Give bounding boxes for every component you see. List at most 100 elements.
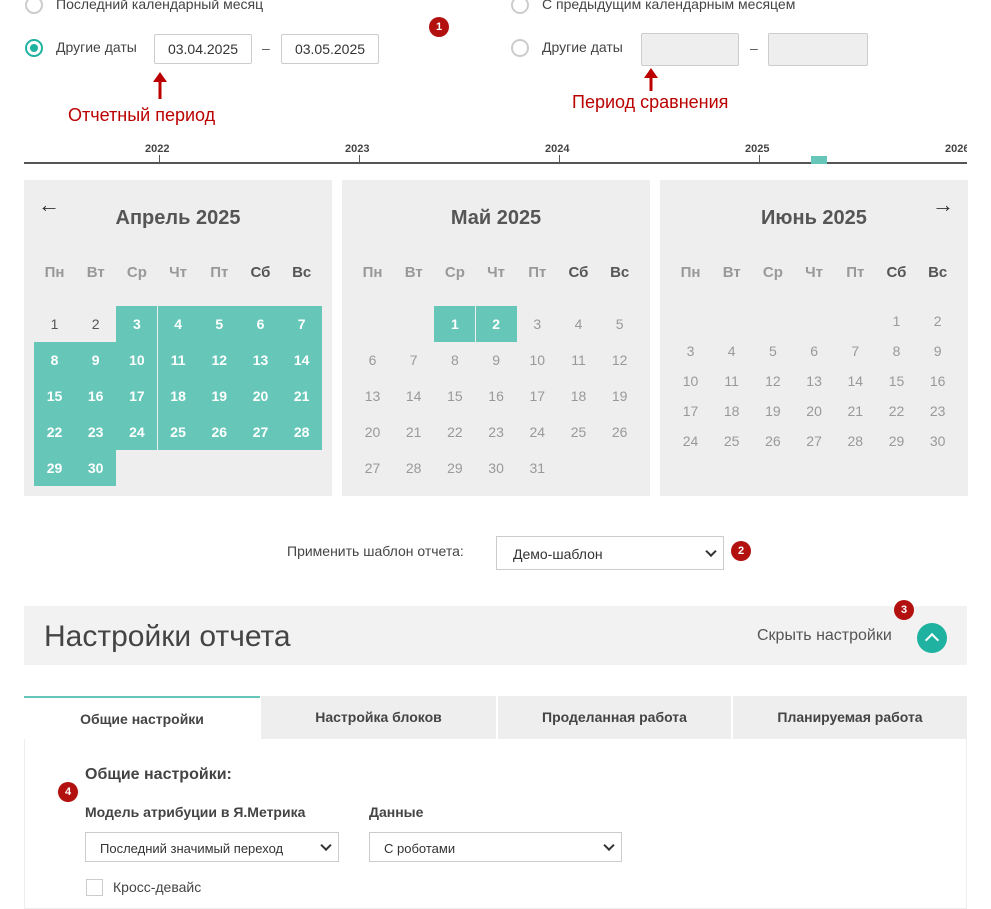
calendar-day[interactable]: 24 <box>116 414 158 450</box>
calendar-day[interactable]: 28 <box>835 426 876 456</box>
calendar-day[interactable]: 26 <box>599 414 640 450</box>
calendar-day[interactable]: 31 <box>517 450 558 486</box>
tab-work-done[interactable]: Проделанная работа <box>498 696 731 739</box>
other-dates-radio[interactable] <box>25 39 43 57</box>
calendar-day[interactable]: 10 <box>670 366 711 396</box>
calendar-day[interactable]: 13 <box>240 342 281 378</box>
calendar-day[interactable]: 11 <box>711 366 752 396</box>
calendar-day[interactable]: 9 <box>75 342 117 378</box>
calendar-day[interactable]: 2 <box>917 306 958 336</box>
calendar-day[interactable]: 3 <box>670 336 711 366</box>
period-date-from-input[interactable]: 03.04.2025 <box>154 34 252 64</box>
calendar-day[interactable]: 28 <box>281 414 323 450</box>
calendar-day[interactable]: 20 <box>794 396 835 426</box>
calendar-day[interactable]: 5 <box>198 306 240 342</box>
calendar-day[interactable]: 4 <box>558 306 599 342</box>
calendar-day[interactable]: 26 <box>198 414 240 450</box>
calendar-day[interactable]: 12 <box>198 342 240 378</box>
calendar-day[interactable]: 3 <box>517 306 558 342</box>
calendar-day[interactable]: 6 <box>240 306 281 342</box>
calendar-day[interactable]: 15 <box>876 366 917 396</box>
calendar-day[interactable]: 23 <box>917 396 958 426</box>
calendar-day[interactable]: 13 <box>352 378 393 414</box>
calendar-day[interactable]: 30 <box>75 450 117 486</box>
calendar-day[interactable]: 29 <box>34 450 75 486</box>
calendar-day[interactable]: 23 <box>476 414 517 450</box>
calendar-day[interactable]: 24 <box>670 426 711 456</box>
calendar-day[interactable]: 20 <box>240 378 281 414</box>
calendar-day[interactable]: 21 <box>393 414 434 450</box>
calendar-day[interactable]: 7 <box>281 306 323 342</box>
compare-date-to-input[interactable] <box>768 33 868 66</box>
calendar-day[interactable]: 19 <box>198 378 240 414</box>
calendar-day[interactable]: 9 <box>476 342 517 378</box>
calendar-day[interactable]: 17 <box>670 396 711 426</box>
calendar-day[interactable]: 18 <box>558 378 599 414</box>
calendar-day[interactable]: 9 <box>917 336 958 366</box>
calendar-day[interactable]: 1 <box>876 306 917 336</box>
calendar-day[interactable]: 2 <box>75 306 116 342</box>
calendar-day[interactable]: 26 <box>752 426 793 456</box>
calendar-day[interactable]: 29 <box>434 450 475 486</box>
last-month-radio[interactable] <box>25 0 43 14</box>
calendar-day[interactable]: 17 <box>116 378 158 414</box>
calendar-day[interactable]: 28 <box>393 450 434 486</box>
calendar-day[interactable]: 7 <box>393 342 434 378</box>
tab-blocks-settings[interactable]: Настройка блоков <box>261 696 496 739</box>
calendar-day[interactable]: 8 <box>434 342 475 378</box>
calendar-day[interactable]: 20 <box>352 414 393 450</box>
calendar-day[interactable]: 19 <box>752 396 793 426</box>
calendar-day[interactable]: 27 <box>794 426 835 456</box>
calendar-day[interactable]: 5 <box>599 306 640 342</box>
calendar-day[interactable]: 5 <box>752 336 793 366</box>
calendar-day[interactable]: 18 <box>157 378 199 414</box>
calendar-day[interactable]: 6 <box>352 342 393 378</box>
calendar-day[interactable]: 3 <box>116 306 158 342</box>
calendar-day[interactable]: 30 <box>476 450 517 486</box>
calendar-day[interactable]: 6 <box>794 336 835 366</box>
calendar-day[interactable]: 12 <box>752 366 793 396</box>
period-date-to-input[interactable]: 03.05.2025 <box>281 34 379 64</box>
calendar-day[interactable]: 17 <box>517 378 558 414</box>
calendar-day[interactable]: 21 <box>281 378 323 414</box>
calendar-day[interactable]: 22 <box>34 414 75 450</box>
calendar-day[interactable]: 16 <box>917 366 958 396</box>
calendar-day[interactable]: 19 <box>599 378 640 414</box>
timeline-selection-marker[interactable] <box>811 156 827 164</box>
calendar-day[interactable]: 4 <box>711 336 752 366</box>
calendar-day[interactable]: 1 <box>434 306 476 342</box>
tab-general-settings[interactable]: Общие настройки <box>24 696 260 739</box>
calendar-day[interactable]: 4 <box>157 306 199 342</box>
calendar-day[interactable]: 15 <box>434 378 475 414</box>
calendar-day[interactable]: 10 <box>116 342 158 378</box>
cross-device-checkbox[interactable] <box>86 879 103 896</box>
hide-settings-link[interactable]: Скрыть настройки <box>757 627 892 645</box>
calendar-day[interactable]: 11 <box>558 342 599 378</box>
calendar-day[interactable]: 24 <box>517 414 558 450</box>
calendar-day[interactable]: 14 <box>281 342 323 378</box>
calendar-day[interactable]: 16 <box>75 378 117 414</box>
calendar-day[interactable]: 25 <box>558 414 599 450</box>
calendar-day[interactable]: 21 <box>835 396 876 426</box>
calendar-day[interactable]: 18 <box>711 396 752 426</box>
calendar-day[interactable]: 2 <box>475 306 517 342</box>
calendar-day[interactable]: 13 <box>794 366 835 396</box>
calendar-day[interactable]: 12 <box>599 342 640 378</box>
calendar-day[interactable]: 8 <box>34 342 75 378</box>
calendar-day[interactable]: 22 <box>434 414 475 450</box>
collapse-settings-button[interactable] <box>917 623 947 653</box>
calendar-day[interactable]: 30 <box>917 426 958 456</box>
calendar-day[interactable]: 27 <box>352 450 393 486</box>
compare-other-dates-radio[interactable] <box>511 39 529 57</box>
calendar-day[interactable]: 25 <box>157 414 199 450</box>
template-select[interactable]: Демо-шаблон <box>496 536 724 570</box>
tab-planned-work[interactable]: Планируемая работа <box>733 696 967 739</box>
calendar-day[interactable]: 27 <box>240 414 281 450</box>
calendar-day[interactable]: 23 <box>75 414 117 450</box>
calendar-day[interactable]: 10 <box>517 342 558 378</box>
calendar-day[interactable]: 14 <box>835 366 876 396</box>
calendar-day[interactable]: 16 <box>476 378 517 414</box>
prev-month-radio[interactable] <box>511 0 529 14</box>
calendar-day[interactable]: 14 <box>393 378 434 414</box>
calendar-day[interactable]: 15 <box>34 378 75 414</box>
